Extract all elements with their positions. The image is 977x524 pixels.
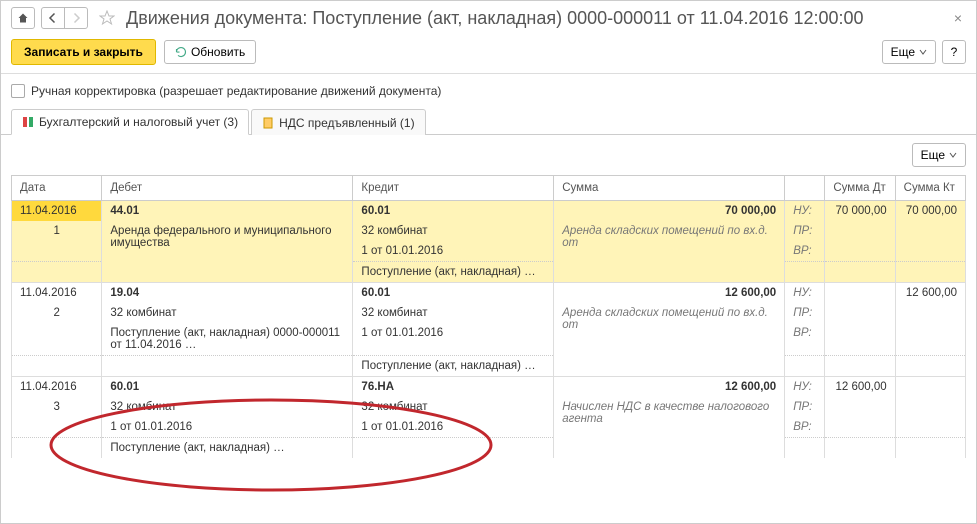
table-row[interactable]: 1 от 01.01.2016 1 от 01.01.2016 ВР: <box>12 417 966 438</box>
table-row[interactable]: 11.04.2016 60.01 76.НА 12 600,00 НУ: 12 … <box>12 377 966 398</box>
page-title: Движения документа: Поступление (акт, на… <box>126 8 864 29</box>
table-row[interactable]: 11.04.2016 44.01 60.01 70 000,00 НУ: 70 … <box>12 201 966 222</box>
back-button[interactable] <box>41 7 65 29</box>
table-more-button[interactable]: Еще <box>912 143 966 167</box>
table-row[interactable]: 3 32 комбинат 32 комбинат Начислен НДС в… <box>12 397 966 417</box>
home-button[interactable] <box>11 7 35 29</box>
table-row[interactable]: 2 32 комбинат 32 комбинат Аренда складск… <box>12 303 966 323</box>
table-row[interactable]: 11.04.2016 19.04 60.01 12 600,00 НУ: 12 … <box>12 283 966 304</box>
chevron-down-icon <box>919 48 927 56</box>
col-sum-dt[interactable]: Сумма Дт <box>825 176 895 201</box>
table-header-row: Дата Дебет Кредит Сумма Сумма Дт Сумма К… <box>12 176 966 201</box>
forward-button[interactable] <box>64 7 88 29</box>
tab-accounting[interactable]: Бухгалтерский и налоговый учет (3) <box>11 109 249 135</box>
table-row[interactable]: Поступление (акт, накладная) … <box>12 262 966 283</box>
manual-edit-checkbox[interactable] <box>11 84 25 98</box>
close-button[interactable]: × <box>950 10 966 26</box>
table-row[interactable]: Поступление (акт, накладная) 0000-000011… <box>12 323 966 356</box>
ledger-icon <box>22 116 34 128</box>
more-button[interactable]: Еще <box>882 40 936 64</box>
refresh-button[interactable]: Обновить <box>164 40 256 64</box>
col-sum-kt[interactable]: Сумма Кт <box>895 176 965 201</box>
table-row[interactable]: Поступление (акт, накладная) … <box>12 438 966 459</box>
help-button[interactable]: ? <box>942 40 966 64</box>
save-close-button[interactable]: Записать и закрыть <box>11 39 156 65</box>
refresh-icon <box>175 46 187 58</box>
col-credit[interactable]: Кредит <box>353 176 554 201</box>
movements-table: Дата Дебет Кредит Сумма Сумма Дт Сумма К… <box>11 175 966 458</box>
table-row[interactable]: 1 Аренда федерального и муниципального и… <box>12 221 966 241</box>
document-icon <box>262 117 274 129</box>
chevron-down-icon <box>949 151 957 159</box>
tab-vat[interactable]: НДС предъявленный (1) <box>251 109 425 135</box>
table-row[interactable]: Поступление (акт, накладная) … <box>12 356 966 377</box>
manual-edit-label: Ручная корректировка (разрешает редактир… <box>31 84 441 98</box>
col-date[interactable]: Дата <box>12 176 102 201</box>
col-debit[interactable]: Дебет <box>102 176 353 201</box>
col-sum[interactable]: Сумма <box>554 176 785 201</box>
favorite-star-icon[interactable] <box>98 9 116 27</box>
